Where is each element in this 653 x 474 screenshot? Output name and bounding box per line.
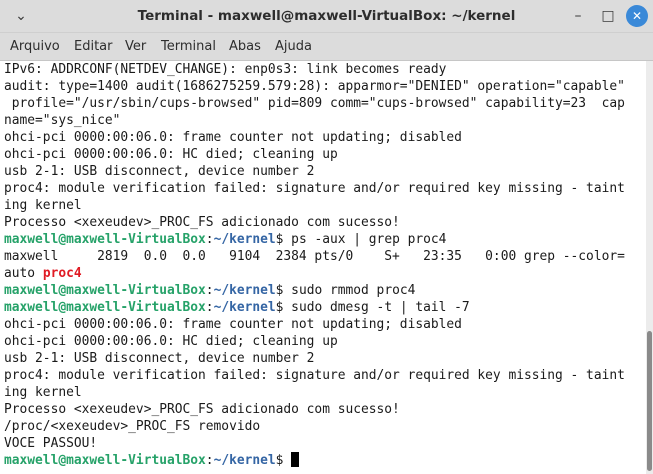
output-line: ohci-pci 0000:00:06.0: HC died; cleaning…	[4, 334, 338, 349]
output-line: IPv6: ADDRCONF(NETDEV_CHANGE): enp0s3: l…	[4, 62, 447, 77]
prompt-path: ~/kernel	[213, 300, 276, 315]
output-line: ohci-pci 0000:00:06.0: frame counter not…	[4, 317, 462, 332]
scrollbar-thumb[interactable]	[647, 331, 652, 471]
output-line: ohci-pci 0000:00:06.0: HC died; cleaning…	[4, 147, 338, 162]
menu-ajuda[interactable]: Ajuda	[275, 33, 312, 60]
prompt-separator: :	[205, 453, 214, 468]
prompt-line: maxwell@maxwell-VirtualBox:~/kernel$ sud…	[4, 282, 415, 299]
prompt-user-host: maxwell@maxwell-VirtualBox	[4, 232, 206, 247]
output-line: /proc/<xexeudev>_PROC_FS removido	[4, 419, 261, 434]
menu-abas[interactable]: Abas	[229, 33, 261, 60]
vertical-scrollbar[interactable]	[646, 61, 653, 474]
output-line: name="sys_nice"	[4, 113, 121, 128]
prompt-line: maxwell@maxwell-VirtualBox:~/kernel$ ps …	[4, 231, 446, 248]
terminal-output[interactable]: IPv6: ADDRCONF(NETDEV_CHANGE): enp0s3: l…	[0, 61, 646, 474]
menu-terminal[interactable]: Terminal	[161, 33, 216, 60]
prompt-line: maxwell@maxwell-VirtualBox:~/kernel$	[4, 452, 300, 469]
text-cursor	[291, 452, 300, 467]
maximize-icon[interactable]: □	[597, 5, 619, 27]
prompt-path: ~/kernel	[213, 453, 276, 468]
title-bar[interactable]: ⌄ Terminal - maxwell@maxwell-VirtualBox:…	[0, 0, 653, 33]
window-title: Terminal - maxwell@maxwell-VirtualBox: ~…	[137, 8, 516, 24]
output-text: auto	[4, 266, 43, 281]
output-line: usb 2-1: USB disconnect, device number 2	[4, 164, 315, 179]
command-text: ps -aux | grep proc4	[283, 232, 447, 247]
menu-editar[interactable]: Editar	[74, 33, 113, 60]
terminal-window: ⌄ Terminal - maxwell@maxwell-VirtualBox:…	[0, 0, 653, 474]
prompt-line: maxwell@maxwell-VirtualBox:~/kernel$ sud…	[4, 299, 470, 316]
prompt-user-host: maxwell@maxwell-VirtualBox	[4, 283, 206, 298]
grep-match: proc4	[42, 266, 82, 281]
prompt-separator: :	[205, 283, 214, 298]
menu-arquivo[interactable]: Arquivo	[10, 33, 60, 60]
output-line: auto proc4	[4, 265, 82, 282]
output-line: proc4: module verification failed: signa…	[4, 368, 625, 383]
prompt-path: ~/kernel	[213, 283, 276, 298]
close-icon[interactable]: ✕	[626, 5, 648, 27]
output-line: profile="/usr/sbin/cups-browsed" pid=809…	[4, 96, 625, 111]
prompt-separator: :	[205, 300, 214, 315]
output-line: audit: type=1400 audit(1686275259.579:28…	[4, 79, 625, 94]
output-line: proc4: module verification failed: signa…	[4, 181, 625, 196]
command-input[interactable]	[283, 453, 291, 468]
output-line: Processo <xexeudev>_PROC_FS adicionado c…	[4, 402, 400, 417]
output-line: Processo <xexeudev>_PROC_FS adicionado c…	[4, 215, 400, 230]
prompt-user-host: maxwell@maxwell-VirtualBox	[4, 300, 206, 315]
prompt-separator: :	[205, 232, 214, 247]
prompt-path: ~/kernel	[213, 232, 276, 247]
menu-bar: Arquivo Editar Ver Terminal Abas Ajuda	[0, 33, 653, 61]
output-line: ohci-pci 0000:00:06.0: frame counter not…	[4, 130, 462, 145]
minimize-icon[interactable]: –	[567, 5, 589, 27]
output-line: maxwell 2819 0.0 0.0 9104 2384 pts/0 S+ …	[4, 249, 625, 264]
output-line: usb 2-1: USB disconnect, device number 2	[4, 351, 315, 366]
output-line: VOCE PASSOU!	[4, 436, 98, 451]
command-text: sudo rmmod proc4	[283, 283, 416, 298]
output-line: ing kernel	[4, 385, 82, 400]
menu-ver[interactable]: Ver	[125, 33, 146, 60]
output-line: ing kernel	[4, 198, 82, 213]
command-text: sudo dmesg -t | tail -7	[283, 300, 470, 315]
prompt-user-host: maxwell@maxwell-VirtualBox	[4, 453, 206, 468]
